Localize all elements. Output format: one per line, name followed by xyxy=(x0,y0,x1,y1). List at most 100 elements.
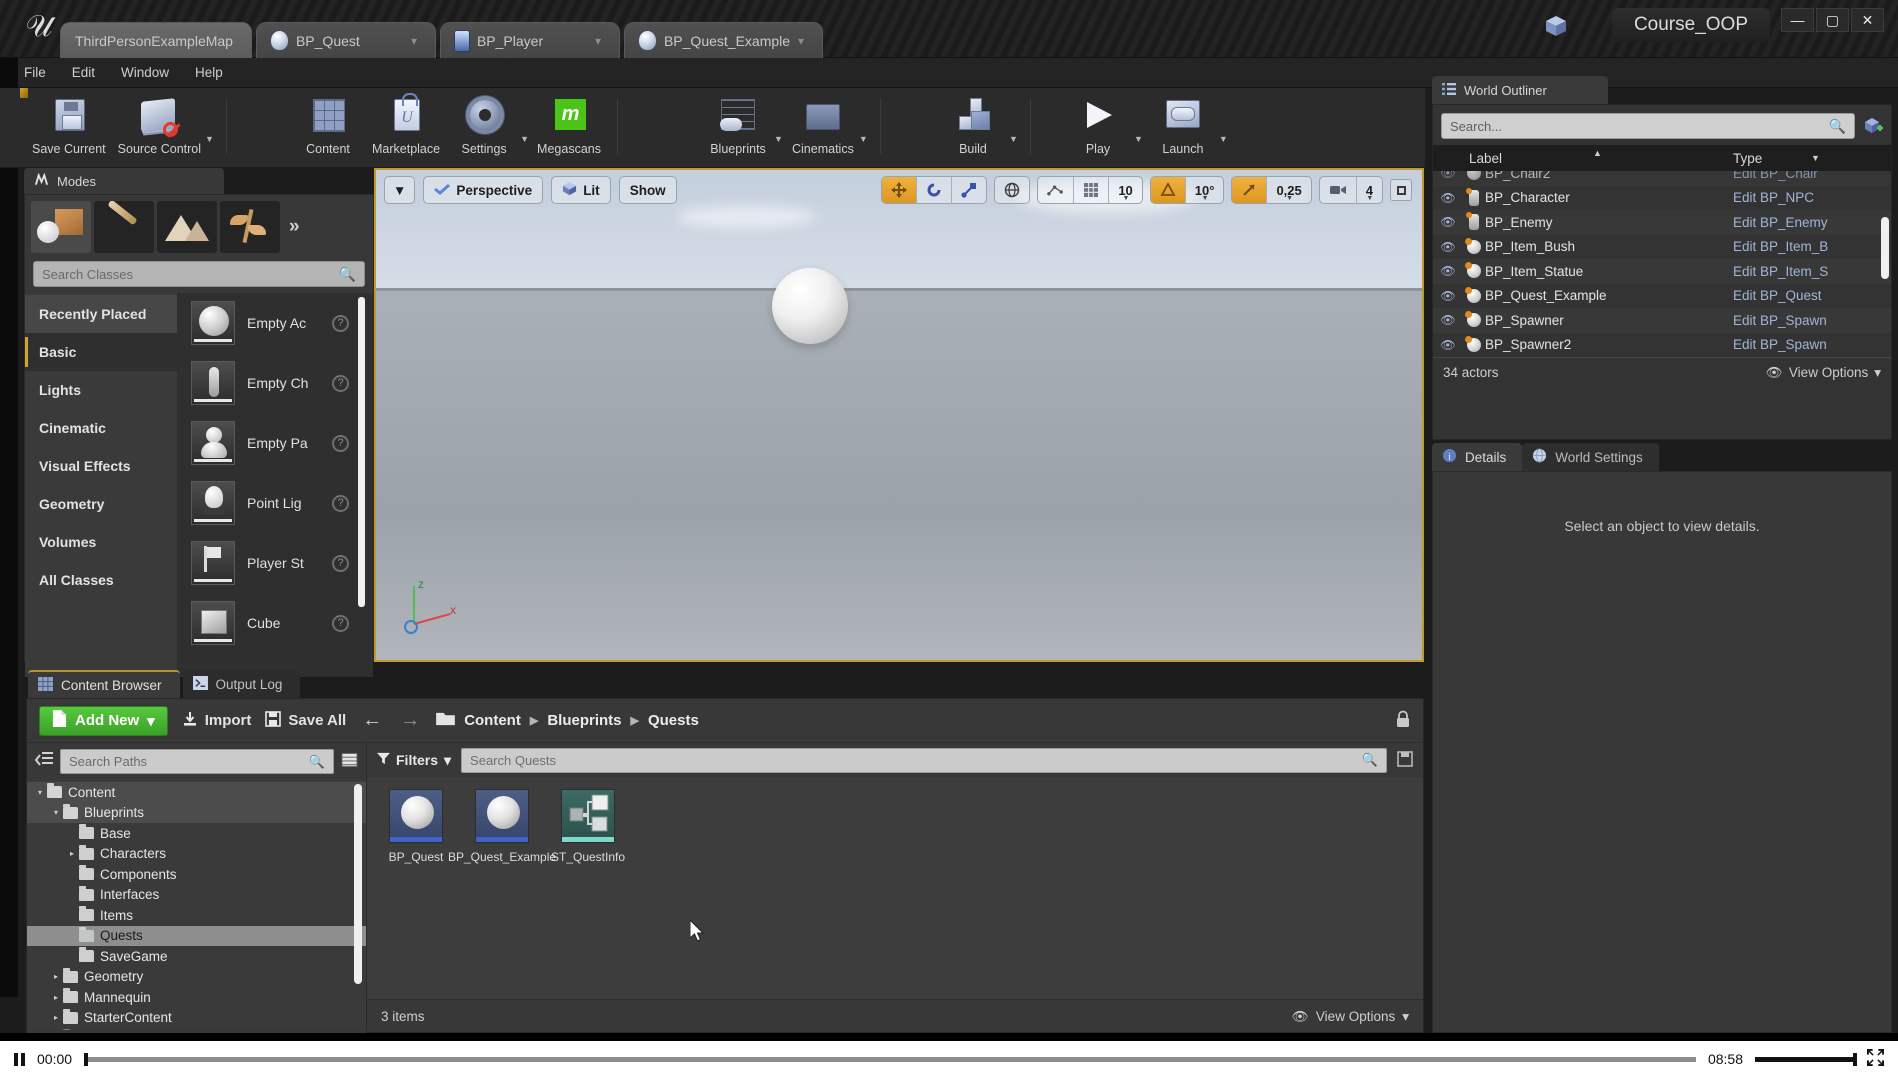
launch-button[interactable]: Launch xyxy=(1145,92,1221,156)
modes-panel-tab[interactable]: Modes xyxy=(24,168,224,194)
folder-tree-scrollbar[interactable] xyxy=(354,784,362,984)
menu-window[interactable]: Window xyxy=(121,65,169,80)
outliner-row-type[interactable]: Edit BP_Spawn xyxy=(1733,313,1827,328)
table-row[interactable]: 👁 BP_Quest_Example Edit BP_Quest xyxy=(1433,283,1891,308)
breadcrumb-blueprints[interactable]: Blueprints xyxy=(547,712,621,729)
asset-bp-quest[interactable]: BP_Quest xyxy=(381,789,451,864)
tree-item-items[interactable]: Items xyxy=(27,905,366,926)
viewport-lit-button[interactable]: Lit xyxy=(551,176,611,204)
outliner-column-type[interactable]: Type ▼ xyxy=(1733,151,1820,166)
help-icon[interactable]: ? xyxy=(332,434,349,452)
placeable-list-scrollbar[interactable] xyxy=(358,297,365,607)
launch-dropdown-icon[interactable]: ▼ xyxy=(1219,134,1228,144)
source-control-button[interactable]: Source Control xyxy=(112,92,207,156)
tree-item-startercontent[interactable]: ▸ StarterContent xyxy=(27,1008,366,1029)
category-geometry[interactable]: Geometry xyxy=(25,485,177,523)
scale-gizmo-icon[interactable] xyxy=(952,177,986,203)
breadcrumb-quests[interactable]: Quests xyxy=(648,712,699,729)
angle-snap-value[interactable]: 10° ▼ xyxy=(1186,177,1224,203)
menu-edit[interactable]: Edit xyxy=(72,65,95,80)
table-row[interactable]: 👁 BP_Item_Bush Edit BP_Item_B xyxy=(1433,234,1891,259)
outliner-row-type[interactable]: Edit BP_Item_B xyxy=(1733,239,1828,254)
tab-output-log[interactable]: Output Log xyxy=(182,670,301,698)
add-new-button[interactable]: Add New ▾ xyxy=(39,705,168,736)
content-button[interactable]: Content xyxy=(290,92,366,156)
rotate-gizmo-icon[interactable] xyxy=(917,177,953,203)
tree-item-thirdperson[interactable]: ▸ ThirdPerson xyxy=(27,1028,366,1030)
tree-item-base[interactable]: Base xyxy=(27,823,366,844)
outliner-row-type[interactable]: Edit BP_Enemy xyxy=(1733,215,1828,230)
landscape-mode-icon[interactable] xyxy=(157,201,217,253)
world-outliner-tab[interactable]: World Outliner xyxy=(1432,76,1608,104)
help-icon[interactable]: ? xyxy=(332,614,349,632)
marketplace-button[interactable]: Marketplace xyxy=(366,92,446,156)
tab-world-settings[interactable]: World Settings xyxy=(1522,443,1659,471)
video-progress-knob[interactable] xyxy=(84,1052,89,1066)
chevron-right-icon[interactable]: ▸ xyxy=(49,993,63,1002)
menu-file[interactable]: File xyxy=(24,65,46,80)
filters-button[interactable]: Filters ▾ xyxy=(377,752,451,769)
visibility-eye-icon[interactable]: 👁 xyxy=(1433,191,1463,205)
outliner-column-label[interactable]: Label ▲ xyxy=(1433,148,1733,166)
window-tab-bp-player[interactable]: BP_Player ▾ xyxy=(439,22,620,58)
scale-snap-value[interactable]: 0,25 ▼ xyxy=(1267,177,1310,203)
category-basic[interactable]: Basic xyxy=(25,333,177,371)
nav-back-button[interactable]: ← xyxy=(360,709,384,732)
blueprints-button[interactable]: Blueprints xyxy=(700,92,776,156)
outliner-row-type[interactable]: Edit BP_Chair xyxy=(1733,171,1818,181)
tree-item-savegame[interactable]: SaveGame xyxy=(27,946,366,967)
asset-st-quest-info[interactable]: ST_QuestInfo xyxy=(551,789,625,864)
placeable-point-light[interactable]: Point Lig ? xyxy=(177,473,373,533)
visibility-eye-icon[interactable]: 👁 xyxy=(1433,338,1463,352)
pause-icon[interactable] xyxy=(14,1052,25,1066)
maximize-viewport-icon[interactable] xyxy=(1390,179,1412,201)
outliner-row-type[interactable]: Edit BP_Item_S xyxy=(1733,264,1828,279)
volume-knob[interactable] xyxy=(1853,1052,1857,1066)
cinematics-button[interactable]: Cinematics xyxy=(785,92,861,156)
video-progress-track[interactable] xyxy=(84,1052,1696,1066)
outliner-row-type[interactable]: Edit BP_NPC xyxy=(1733,190,1814,205)
translate-gizmo-icon[interactable] xyxy=(882,177,918,203)
grid-snap-value[interactable]: 10 ▼ xyxy=(1109,177,1141,203)
chevron-down-icon[interactable]: ▾ xyxy=(33,788,47,797)
add-actor-icon[interactable] xyxy=(1863,116,1883,137)
category-all-classes[interactable]: All Classes xyxy=(25,561,177,599)
category-cinematic[interactable]: Cinematic xyxy=(25,409,177,447)
build-button[interactable]: Build xyxy=(935,92,1011,156)
tab-content-browser[interactable]: Content Browser xyxy=(28,670,180,698)
content-browser-view-options-button[interactable]: 👁 View Options ▾ xyxy=(1292,1009,1409,1025)
camera-speed-icon[interactable] xyxy=(1320,177,1357,203)
asset-bp-quest-example[interactable]: BP_Quest_Example xyxy=(448,789,556,864)
settings-button[interactable]: Settings xyxy=(446,92,522,156)
source-control-dropdown-icon[interactable]: ▼ xyxy=(205,134,214,144)
search-assets-input[interactable]: Search Quests 🔍 xyxy=(461,747,1387,773)
outliner-view-options-button[interactable]: 👁 View Options ▾ xyxy=(1766,365,1881,381)
help-icon[interactable]: ? xyxy=(332,374,349,392)
placeable-player-start[interactable]: Player St ? xyxy=(177,533,373,593)
save-current-button[interactable]: Save Current xyxy=(26,92,112,156)
play-button[interactable]: Play xyxy=(1060,92,1136,156)
visibility-eye-icon[interactable]: 👁 xyxy=(1433,313,1463,327)
save-view-icon[interactable] xyxy=(1397,750,1413,770)
chevron-right-icon[interactable]: ▸ xyxy=(49,972,63,981)
tree-item-geometry[interactable]: ▸ Geometry xyxy=(27,967,366,988)
outliner-row-type[interactable]: Edit BP_Spawn xyxy=(1733,337,1827,352)
foliage-mode-icon[interactable] xyxy=(220,201,280,253)
table-row[interactable]: 👁 BP_Spawner2 Edit BP_Spawn xyxy=(1433,332,1891,357)
tree-item-content[interactable]: ▾ Content xyxy=(27,782,366,803)
nav-forward-button[interactable]: → xyxy=(398,709,422,732)
visibility-eye-icon[interactable]: 👁 xyxy=(1433,171,1463,180)
tree-item-characters[interactable]: ▸ Characters xyxy=(27,844,366,865)
import-button[interactable]: Import xyxy=(182,711,251,731)
tree-item-mannequin[interactable]: ▸ Mannequin xyxy=(27,987,366,1008)
category-lights[interactable]: Lights xyxy=(25,371,177,409)
save-all-button[interactable]: Save All xyxy=(265,710,346,731)
category-visual-effects[interactable]: Visual Effects xyxy=(25,447,177,485)
search-paths-input[interactable]: Search Paths 🔍 xyxy=(60,749,334,774)
search-classes-input[interactable]: Search Classes 🔍 xyxy=(33,261,365,287)
tab-details[interactable]: i Details xyxy=(1432,443,1523,471)
help-icon[interactable]: ? xyxy=(332,494,349,512)
maximize-button[interactable]: ▢ xyxy=(1816,8,1849,32)
help-icon[interactable]: ? xyxy=(332,554,349,572)
blueprints-dropdown-icon[interactable]: ▼ xyxy=(774,134,783,144)
